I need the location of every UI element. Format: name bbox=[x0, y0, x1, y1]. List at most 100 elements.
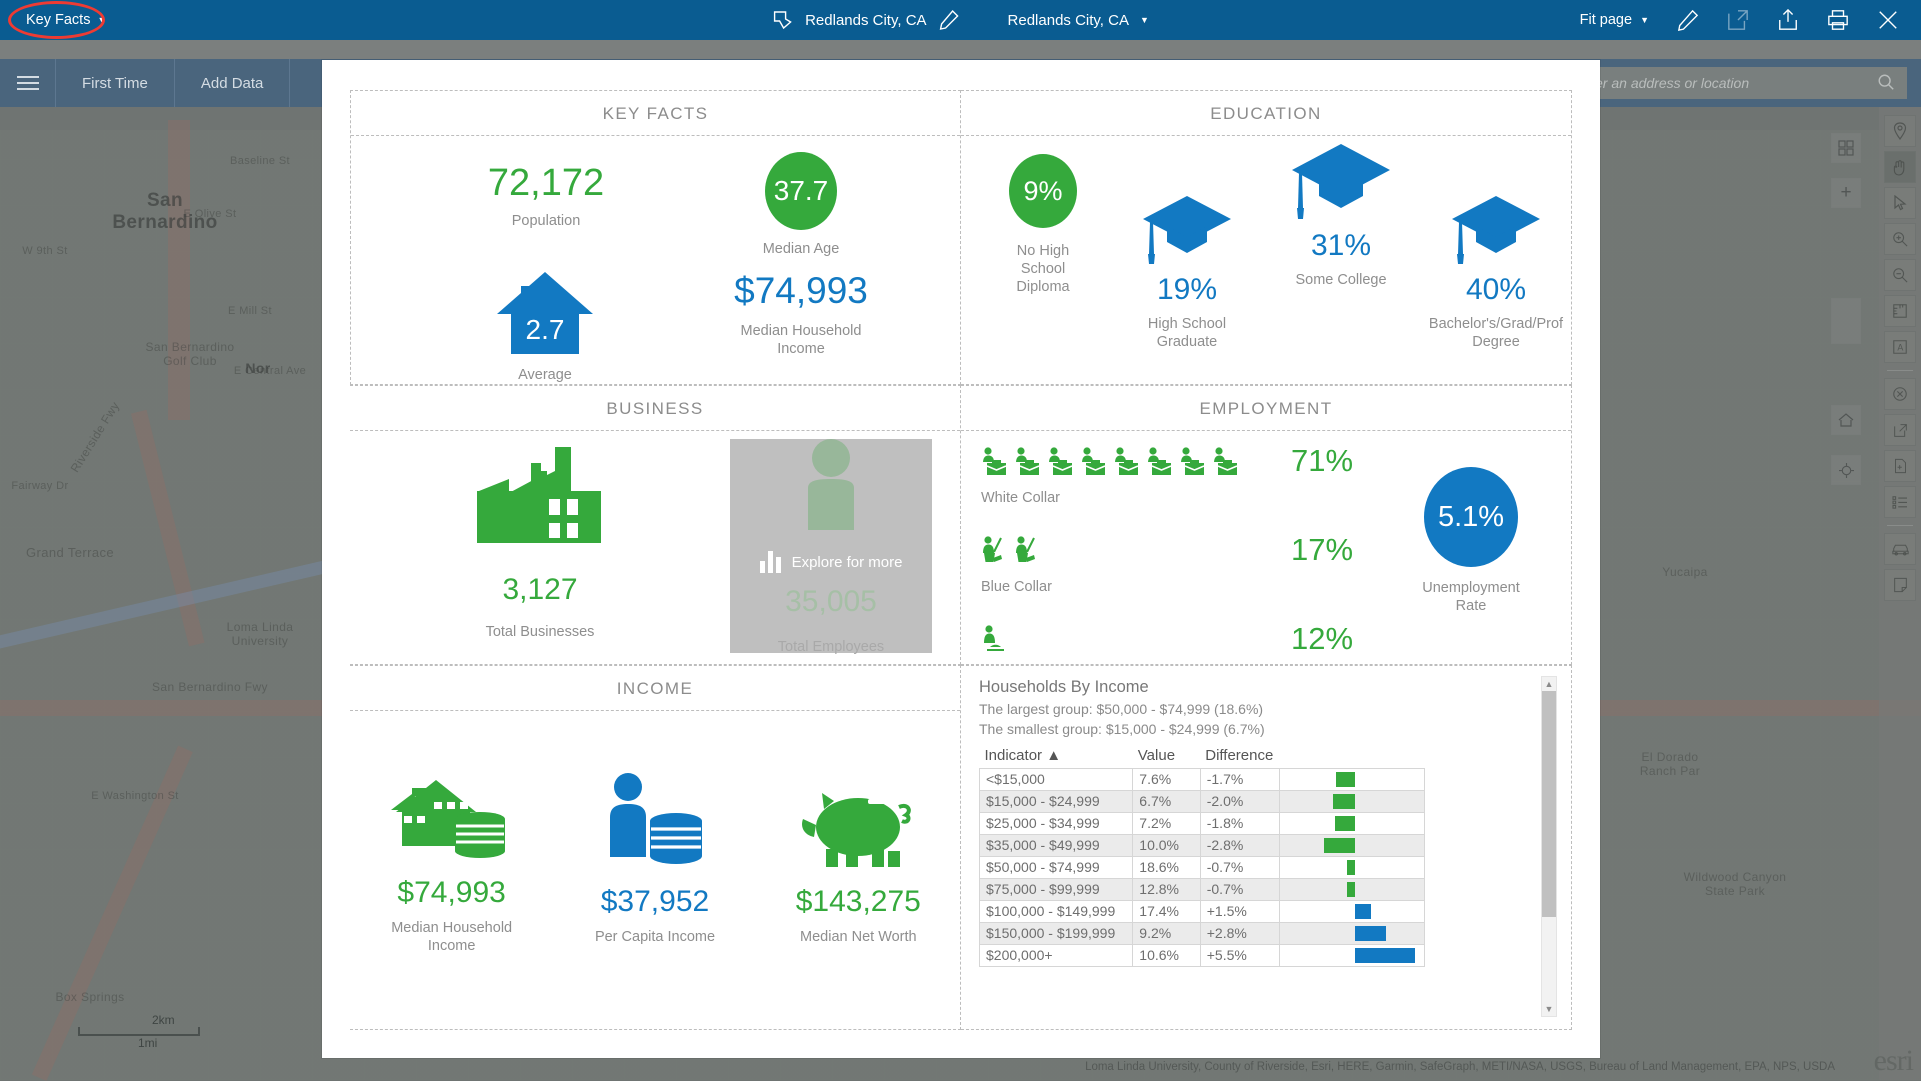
scrollbar-thumb[interactable] bbox=[1542, 691, 1556, 917]
open-in-new-icon[interactable] bbox=[1884, 414, 1916, 446]
table-row[interactable]: $200,000+10.6%+5.5% bbox=[980, 944, 1425, 966]
table-row[interactable]: <$15,0007.6%-1.7% bbox=[980, 768, 1425, 790]
table-scrollbar[interactable]: ▲ ▼ bbox=[1541, 676, 1557, 1017]
pencil-icon[interactable] bbox=[1677, 9, 1699, 31]
column-header-indicator[interactable]: Indicator ▲ bbox=[980, 746, 1133, 769]
cell-indicator: $100,000 - $149,999 bbox=[980, 900, 1133, 922]
home-button[interactable] bbox=[1831, 405, 1861, 435]
close-icon[interactable] bbox=[1877, 9, 1899, 31]
median-household-income-label-income: Median Household Income bbox=[352, 919, 552, 955]
office-worker-icon bbox=[981, 447, 1007, 482]
key-facts-dropdown[interactable]: Key Facts ▼ bbox=[26, 12, 106, 28]
difference-bar bbox=[1355, 904, 1372, 919]
panel-key-facts: KEY FACTS 72,172 Population 2.7 Average … bbox=[350, 90, 961, 385]
stat-bachelors-grad-prof-degree: 40% Bachelor's/Grad/Prof Degree bbox=[1391, 194, 1572, 351]
per-capita-income-value: $37,952 bbox=[555, 885, 755, 919]
stat-total-employees[interactable]: Explore for more 35,005 Total Employees bbox=[730, 439, 932, 653]
hamburger-icon[interactable] bbox=[0, 59, 56, 107]
explore-for-more[interactable]: Explore for more bbox=[760, 549, 903, 577]
graduation-cap-icon bbox=[1391, 194, 1572, 268]
blue-collar-label: Blue Collar bbox=[981, 579, 1052, 595]
upload-share-icon[interactable] bbox=[1777, 9, 1799, 31]
column-header-difference[interactable]: Difference bbox=[1200, 746, 1279, 769]
scalebar-km-label: 2km bbox=[152, 1013, 200, 1027]
panel-title-key-facts: KEY FACTS bbox=[351, 91, 960, 136]
per-capita-income-label: Per Capita Income bbox=[555, 928, 755, 946]
add-pdf-icon[interactable] bbox=[1884, 450, 1916, 482]
clear-close-icon[interactable] bbox=[1884, 378, 1916, 410]
chevron-down-icon: ▼ bbox=[1140, 16, 1149, 25]
unemployment-rate-value: 5.1% bbox=[1424, 467, 1518, 567]
cell-indicator: $25,000 - $34,999 bbox=[980, 812, 1133, 834]
table-row[interactable]: $35,000 - $49,99910.0%-2.8% bbox=[980, 834, 1425, 856]
select-arrow-icon[interactable] bbox=[1884, 187, 1916, 219]
pan-hand-icon[interactable] bbox=[1884, 151, 1916, 183]
table-row[interactable]: $50,000 - $74,99918.6%-0.7% bbox=[980, 856, 1425, 878]
cell-value: 10.6% bbox=[1133, 944, 1200, 966]
median-net-worth-value: $143,275 bbox=[758, 885, 958, 919]
location-pin-icon[interactable] bbox=[1884, 115, 1916, 147]
table-body: <$15,0007.6%-1.7%$15,000 - $24,9996.7%-2… bbox=[980, 768, 1425, 966]
table-row[interactable]: $15,000 - $24,9996.7%-2.0% bbox=[980, 790, 1425, 812]
map-area-selector[interactable]: Redlands City, CA bbox=[772, 9, 959, 31]
table-row[interactable]: $100,000 - $149,99917.4%+1.5% bbox=[980, 900, 1425, 922]
office-worker-icon bbox=[1146, 447, 1172, 482]
office-worker-icon bbox=[1179, 447, 1205, 482]
bachelors-degree-value: 40% bbox=[1391, 274, 1572, 306]
white-collar-label: White Collar bbox=[981, 490, 1238, 506]
median-age-label: Median Age bbox=[651, 240, 951, 258]
table-row[interactable]: $75,000 - $99,99912.8%-0.7% bbox=[980, 878, 1425, 900]
cell-indicator: $150,000 - $199,999 bbox=[980, 922, 1133, 944]
search-input[interactable]: Enter an address or location bbox=[1562, 67, 1907, 99]
services-value: 12% bbox=[1291, 621, 1353, 657]
cell-indicator: $15,000 - $24,999 bbox=[980, 790, 1133, 812]
legend-list-icon[interactable] bbox=[1884, 486, 1916, 518]
high-school-graduate-value: 19% bbox=[1103, 274, 1271, 306]
cell-difference-bar bbox=[1279, 944, 1424, 966]
stat-per-capita-income: $37,952 Per Capita Income bbox=[555, 767, 755, 946]
zoom-in-magnifier-icon[interactable] bbox=[1884, 223, 1916, 255]
employment-body: White Collar 71% Blue Collar 17% bbox=[961, 431, 1571, 663]
table-row[interactable]: $25,000 - $34,9997.2%-1.8% bbox=[980, 812, 1425, 834]
blue-collar-icon-group bbox=[981, 536, 1052, 571]
difference-bar bbox=[1355, 926, 1386, 941]
unemployment-rate-label: Unemployment Rate bbox=[1381, 579, 1561, 615]
triangle-down-icon[interactable]: ▼ bbox=[1545, 1002, 1554, 1016]
person-icon bbox=[790, 438, 872, 543]
stat-total-businesses: 3,127 Total Businesses bbox=[350, 431, 730, 663]
print-icon[interactable] bbox=[1827, 9, 1849, 31]
label-text-icon[interactable]: A bbox=[1884, 331, 1916, 363]
rail-divider bbox=[1887, 370, 1913, 371]
locate-button[interactable] bbox=[1831, 455, 1861, 485]
chevron-down-icon: ▼ bbox=[1640, 16, 1649, 25]
fit-page-dropdown[interactable]: Fit page ▼ bbox=[1580, 12, 1649, 28]
zoom-in-button[interactable]: + bbox=[1831, 178, 1861, 208]
measure-ruler-icon[interactable] bbox=[1884, 295, 1916, 327]
cell-value: 6.7% bbox=[1133, 790, 1200, 812]
table-row[interactable]: $150,000 - $199,9999.2%+2.8% bbox=[980, 922, 1425, 944]
app-header: Key Facts ▼ Redlands City, CA Redlands C… bbox=[0, 0, 1921, 40]
cell-value: 17.4% bbox=[1133, 900, 1200, 922]
map-label: Fairway Dr bbox=[0, 480, 110, 492]
search-icon[interactable] bbox=[1877, 73, 1895, 94]
zoom-out-slider[interactable] bbox=[1831, 298, 1861, 344]
zoom-out-magnifier-icon[interactable] bbox=[1884, 259, 1916, 291]
employment-row-blue-collar: Blue Collar bbox=[981, 536, 1052, 595]
pencil-edit-icon[interactable] bbox=[938, 9, 960, 31]
toolbar-item-first-time[interactable]: First Time bbox=[56, 59, 175, 107]
toolbar-item-add-data[interactable]: Add Data bbox=[175, 59, 291, 107]
basemap-gallery-button[interactable] bbox=[1831, 133, 1861, 163]
directions-car-icon[interactable] bbox=[1884, 533, 1916, 565]
cell-indicator: $35,000 - $49,999 bbox=[980, 834, 1133, 856]
location-dropdown[interactable]: Redlands City, CA ▼ bbox=[1008, 12, 1149, 29]
office-worker-icon bbox=[1047, 447, 1073, 482]
person-coins-icon bbox=[555, 767, 755, 871]
column-header-value[interactable]: Value bbox=[1133, 746, 1200, 769]
map-label: E Mill St bbox=[190, 305, 310, 317]
cell-difference-bar bbox=[1279, 790, 1424, 812]
notes-page-icon[interactable] bbox=[1884, 569, 1916, 601]
open-in-new-icon[interactable] bbox=[1727, 9, 1749, 31]
employment-row-services: Services bbox=[981, 625, 1037, 665]
fit-page-label: Fit page bbox=[1580, 12, 1632, 28]
triangle-up-icon[interactable]: ▲ bbox=[1545, 677, 1554, 691]
